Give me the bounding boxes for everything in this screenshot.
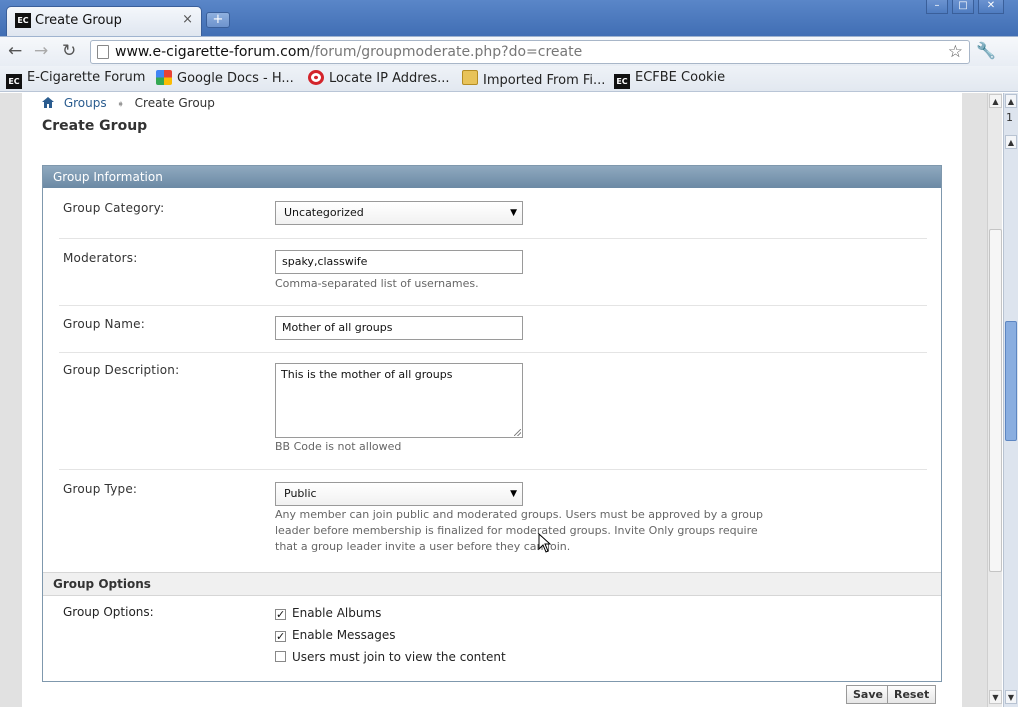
google-docs-icon [156, 70, 172, 85]
group-category-select[interactable]: Uncategorized ▼ [275, 201, 523, 225]
new-tab-button[interactable]: + [206, 12, 230, 28]
maximize-icon[interactable]: □ [952, 0, 974, 14]
tab-title: Create Group [35, 13, 122, 28]
group-category-row: Group Category: Uncategorized ▼ [59, 189, 927, 239]
checkbox-checked-icon[interactable]: ✓ [275, 609, 286, 620]
group-information-panel: Group Information Group Category: Uncate… [42, 165, 942, 682]
outer-scroll-number: 1 [1006, 111, 1013, 124]
home-icon[interactable] [42, 97, 54, 108]
field-label: Group Type: [63, 482, 138, 496]
group-description-textarea[interactable]: This is the mother of all groups [275, 363, 523, 438]
page-scrollbar[interactable]: ▲ ▼ [987, 93, 1002, 707]
folder-icon [462, 70, 478, 85]
mouse-cursor-icon [538, 533, 552, 553]
group-name-row: Group Name: Mother of all groups [59, 306, 927, 353]
field-label: Group Description: [63, 363, 180, 377]
ecf-favicon-icon: EC [15, 13, 31, 28]
target-icon [308, 70, 324, 85]
ecf-icon: EC [614, 74, 630, 89]
bookmark-item[interactable]: Locate IP Addres... [308, 70, 450, 86]
reset-button[interactable]: Reset [887, 685, 937, 704]
checkbox-checked-icon[interactable]: ✓ [275, 631, 286, 642]
moderators-input[interactable]: spaky,classwife [275, 250, 523, 274]
breadcrumb-current: Create Group [134, 96, 215, 110]
scroll-thumb[interactable] [1005, 321, 1017, 441]
breadcrumb: Groups ➧ Create Group [42, 96, 215, 110]
group-options-label: Group Options: [63, 605, 154, 619]
tab-close-icon[interactable]: × [182, 12, 193, 27]
moderators-row: Moderators: spaky,classwife Comma-separa… [59, 239, 927, 306]
field-label: Group Name: [63, 317, 145, 331]
browser-tab-strip: EC Create Group × + – □ ✕ [0, 0, 1018, 38]
group-type-row: Group Type: Public ▼ Any member can join … [59, 470, 927, 572]
scroll-down-icon[interactable]: ▼ [1005, 690, 1017, 704]
breadcrumb-link-groups[interactable]: Groups [64, 96, 107, 110]
scroll-down-icon[interactable]: ▼ [989, 690, 1002, 704]
scroll-up-icon[interactable]: ▲ [1005, 135, 1017, 149]
bookmark-star-icon[interactable]: ☆ [948, 42, 963, 62]
browser-toolbar: ← → ↻ www.e-cigarette-forum.com/forum/gr… [0, 36, 1018, 66]
panel-header: Group Information [43, 166, 941, 188]
dropdown-arrow-icon: ▼ [510, 489, 517, 499]
bookmark-item[interactable]: Google Docs - H... [156, 70, 294, 86]
group-name-input[interactable]: Mother of all groups [275, 316, 523, 340]
enable-albums-checkbox[interactable]: ✓ Enable Albums [275, 606, 381, 620]
close-window-icon[interactable]: ✕ [978, 0, 1004, 14]
scroll-up-icon[interactable]: ▲ [989, 94, 1002, 108]
group-type-help: Any member can join public and moderated… [275, 508, 763, 553]
save-button[interactable]: Save [846, 685, 890, 704]
bookmarks-bar: EC E-Cigarette Forum Google Docs - H... L… [0, 66, 1018, 92]
page-content: Groups ➧ Create Group Create Group Group… [22, 93, 962, 707]
dropdown-arrow-icon: ▼ [510, 208, 517, 218]
field-label: Group Category: [63, 201, 165, 215]
address-bar[interactable]: www.e-cigarette-forum.com/forum/groupmod… [90, 40, 970, 64]
page-title: Create Group [42, 118, 148, 134]
group-options-header: Group Options [43, 572, 941, 596]
minimize-icon[interactable]: – [926, 0, 948, 14]
wrench-icon[interactable]: 🔧 [976, 41, 996, 60]
scroll-thumb[interactable] [989, 229, 1002, 572]
browser-tab[interactable]: EC Create Group × [6, 6, 202, 36]
bookmark-item[interactable]: EC ECFBE Cookie [614, 70, 725, 89]
ecf-icon: EC [6, 74, 22, 89]
users-must-join-checkbox[interactable]: Users must join to view the content [275, 650, 506, 664]
field-label: Moderators: [63, 251, 138, 265]
page-viewport: Groups ➧ Create Group Create Group Group… [0, 93, 987, 707]
group-description-row: Group Description: This is the mother of… [59, 353, 927, 470]
description-help: BB Code is not allowed [275, 440, 402, 453]
resize-grip-icon[interactable] [514, 429, 521, 436]
url-text: www.e-cigarette-forum.com/forum/groupmod… [115, 44, 583, 60]
breadcrumb-separator-icon: ➧ [116, 99, 125, 110]
outer-scrollbar[interactable]: ▲ 1 ▲ ▼ [1003, 93, 1018, 707]
forward-arrow-icon[interactable]: → [34, 41, 48, 61]
group-type-select[interactable]: Public ▼ [275, 482, 523, 506]
bookmark-item[interactable]: Imported From Fi... [462, 70, 605, 88]
back-arrow-icon[interactable]: ← [8, 41, 22, 61]
checkbox-unchecked-icon[interactable] [275, 651, 286, 662]
page-icon [97, 45, 109, 59]
reload-icon[interactable]: ↻ [62, 41, 76, 61]
enable-messages-checkbox[interactable]: ✓ Enable Messages [275, 628, 396, 642]
moderators-help: Comma-separated list of usernames. [275, 277, 479, 290]
scroll-up-icon[interactable]: ▲ [1005, 94, 1017, 108]
bookmark-item[interactable]: EC E-Cigarette Forum [6, 70, 145, 89]
